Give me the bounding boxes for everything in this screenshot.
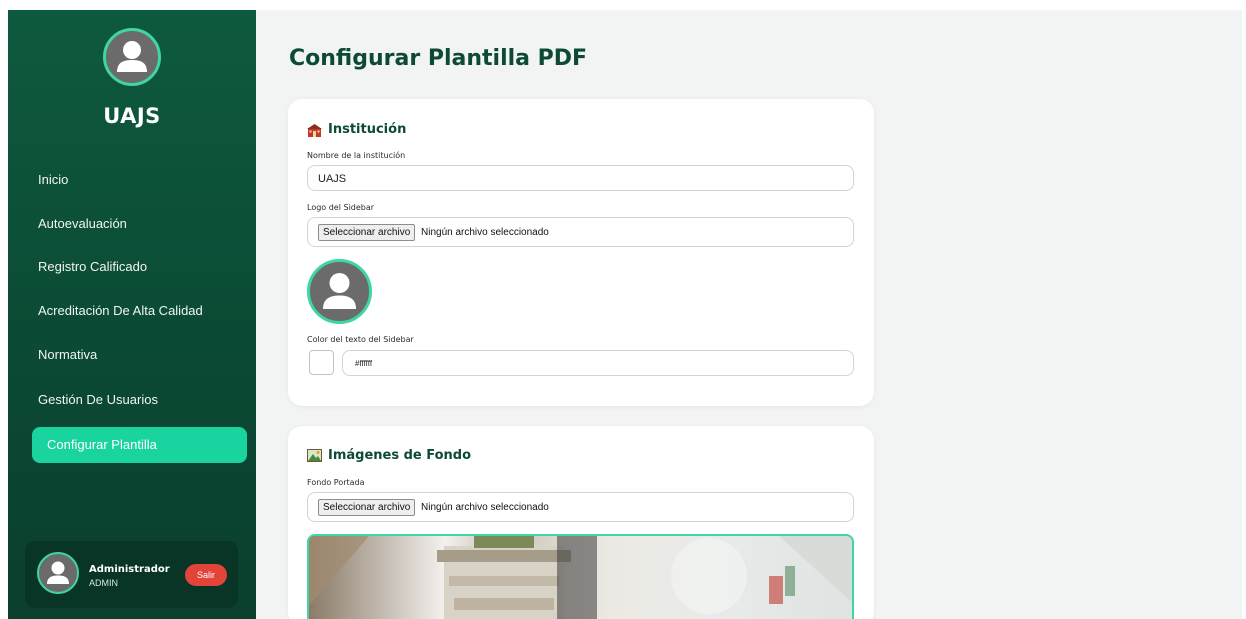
card-title-text: Imágenes de Fondo: [328, 448, 472, 463]
user-name: Administrador: [89, 564, 170, 575]
sidebar-brand: UAJS: [103, 104, 161, 128]
institution-name-input[interactable]: UAJS: [307, 165, 854, 191]
cover-file-input[interactable]: Seleccionar archivo Ningún archivo selec…: [307, 492, 854, 522]
institution-card-title: Institución: [307, 122, 406, 137]
background-card-title: Imágenes de Fondo: [307, 448, 471, 463]
select-file-button[interactable]: Seleccionar archivo: [318, 499, 416, 516]
institution-name-value: UAJS: [318, 173, 347, 185]
logo-file-input[interactable]: Seleccionar archivo Ningún archivo selec…: [307, 217, 854, 247]
select-file-button[interactable]: Seleccionar archivo: [318, 224, 416, 241]
sidebar-item-inicio[interactable]: Inicio: [32, 162, 247, 198]
user-role: ADMIN: [89, 578, 118, 588]
file-status: Ningún archivo seleccionado: [421, 227, 549, 238]
app-window: UAJS Inicio Autoevaluación Registro Cali…: [8, 10, 1242, 619]
sidebar-item-autoevaluacion[interactable]: Autoevaluación: [32, 206, 247, 242]
sidebar: UAJS Inicio Autoevaluación Registro Cali…: [8, 10, 256, 619]
sidebar-text-color-label: Color del texto del Sidebar: [307, 335, 414, 344]
sidebar-logo-avatar: [103, 28, 161, 86]
sidebar-item-configurar-plantilla[interactable]: Configurar Plantilla: [32, 427, 247, 463]
user-icon: [117, 41, 147, 72]
sidebar-item-gestion-usuarios[interactable]: Gestión De Usuarios: [32, 382, 247, 418]
sidebar-item-normativa[interactable]: Normativa: [32, 337, 247, 373]
user-icon: [47, 561, 69, 584]
logo-label: Logo del Sidebar: [307, 203, 375, 212]
logout-button[interactable]: Salir: [185, 564, 227, 586]
color-hex-input[interactable]: #ffffff: [342, 350, 854, 376]
school-building-icon: [307, 123, 322, 137]
cover-photo: [309, 536, 852, 619]
color-hex-value: #ffffff: [355, 359, 373, 368]
picture-icon: [307, 449, 322, 462]
sidebar-item-acreditacion[interactable]: Acreditación De Alta Calidad: [32, 293, 247, 329]
cover-background-label: Fondo Portada: [307, 478, 365, 487]
avatar: [37, 552, 79, 594]
background-images-card: Imágenes de Fondo Fondo Portada Seleccio…: [288, 426, 874, 619]
card-title-text: Institución: [328, 122, 407, 137]
cover-image-preview: [307, 534, 854, 619]
user-card: Administrador ADMIN Salir: [25, 541, 238, 608]
file-status: Ningún archivo seleccionado: [421, 502, 549, 513]
institution-card: Institución Nombre de la institución UAJ…: [288, 99, 874, 406]
sidebar-item-registro-calificado[interactable]: Registro Calificado: [32, 249, 247, 285]
color-picker-swatch[interactable]: [309, 350, 334, 375]
institution-name-label: Nombre de la institución: [307, 151, 406, 160]
page-title: Configurar Plantilla PDF: [289, 46, 588, 71]
logo-preview: [307, 259, 372, 324]
user-icon: [323, 273, 356, 309]
